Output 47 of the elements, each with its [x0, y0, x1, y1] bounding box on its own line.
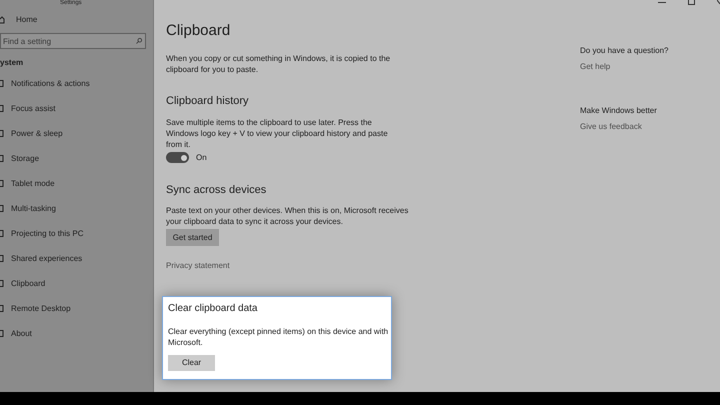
help-link[interactable]: Give us feedback	[580, 121, 642, 133]
dialog-title: Clear clipboard data	[168, 302, 258, 316]
sidebar-item[interactable]: Focus assist	[11, 102, 56, 114]
sidebar-item[interactable]: Power & sleep	[11, 128, 63, 140]
section-heading: Clipboard history	[166, 94, 250, 109]
item-icon	[0, 180, 4, 187]
item-icon	[0, 280, 4, 287]
sidebar-item[interactable]: Storage	[11, 152, 40, 164]
sidebar-item[interactable]: Projecting to this PC	[11, 228, 84, 240]
item-icon	[0, 80, 4, 87]
item-icon	[0, 130, 4, 137]
description-text: Paste text on your other devices. When this is on, Microsoft receives your clipboard data to sync it across your devices.	[166, 205, 410, 227]
sidebar-item[interactable]: Multi-tasking	[11, 202, 56, 214]
sidebar-item[interactable]: Clipboard	[11, 278, 46, 290]
search-field[interactable]: Find a setting	[0, 33, 146, 49]
item-icon	[0, 105, 4, 112]
item-icon	[0, 230, 4, 237]
search-icon	[136, 38, 142, 44]
clear-button[interactable]: Clear	[168, 355, 215, 371]
page-title: Clipboard	[166, 22, 232, 40]
item-icon	[0, 155, 4, 162]
maximize-icon[interactable]	[688, 0, 695, 5]
sidebar-item[interactable]: Shared experiences	[11, 252, 82, 264]
section-heading: ystem	[0, 57, 24, 69]
privacy-link[interactable]: Privacy statement	[166, 260, 230, 272]
item-icon	[0, 330, 4, 337]
toggle-switch[interactable]	[166, 152, 189, 163]
description-text: When you copy or cut something in Windows, it is copied to the clipboard for you to paste.	[166, 53, 392, 75]
sidebar-item[interactable]: Remote Desktop	[11, 302, 71, 314]
close-icon[interactable]	[717, 0, 720, 5]
get-started-button[interactable]: Get started	[166, 229, 219, 246]
toggle-label: On	[196, 152, 207, 164]
sidebar-item[interactable]: Tablet mode	[11, 178, 55, 190]
description-text: Save multiple items to the clipboard to use later. Press the Windows logo key + V to view your clipboard history and paste from it.	[166, 116, 389, 150]
help-link[interactable]: Get help	[580, 61, 610, 73]
aside-heading: Make Windows better	[580, 105, 658, 117]
item-icon	[0, 255, 4, 262]
sidebar-item[interactable]: About	[11, 328, 32, 340]
aside-heading: Do you have a question?	[580, 45, 670, 57]
sidebar-link[interactable]: Home	[11, 14, 38, 26]
item-icon	[0, 305, 4, 312]
section-heading: Sync across devices	[166, 182, 268, 198]
home-icon	[0, 16, 5, 24]
minimize-icon[interactable]	[658, 1, 666, 4]
sidebar-item[interactable]: Notifications & actions	[11, 78, 90, 90]
dialog-text: Clear everything (except pinned items) on this device and with Microsoft.	[168, 326, 390, 348]
item-icon	[0, 205, 4, 212]
